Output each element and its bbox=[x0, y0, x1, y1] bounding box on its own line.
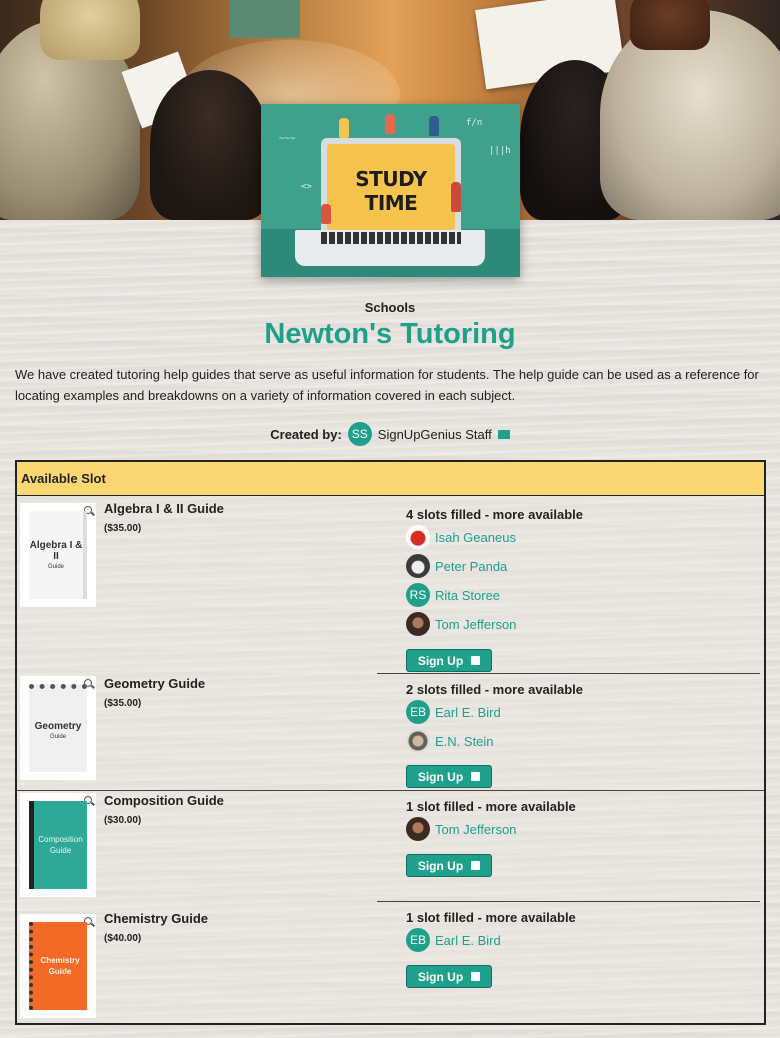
table-row: Algebra I & II Guide Algebra I & II Guid… bbox=[17, 496, 764, 673]
doodle: ~~~ bbox=[279, 134, 296, 144]
signup-label: Sign Up bbox=[417, 858, 464, 873]
item-thumbnail[interactable]: Chemistry Guide bbox=[20, 914, 96, 1018]
signup-label: Sign Up bbox=[417, 653, 464, 668]
table-row: Composition Guide Composition Guide ($30… bbox=[17, 790, 764, 901]
initials-avatar: EB bbox=[406, 700, 430, 724]
participant[interactable]: EB Earl E. Bird bbox=[406, 928, 501, 952]
item-thumbnail[interactable]: Algebra I & II Guide bbox=[20, 503, 96, 607]
cover-title: Algebra I & II bbox=[29, 540, 83, 562]
doodle: |||h bbox=[489, 146, 511, 156]
keyboard bbox=[321, 232, 461, 244]
book-cover: Geometry Guide bbox=[29, 684, 87, 772]
participant-name[interactable]: Earl E. Bird bbox=[435, 933, 501, 948]
slot-table: Available Slot Algebra I & II Guide Alge… bbox=[15, 460, 766, 1025]
participant[interactable]: EB Earl E. Bird bbox=[406, 700, 501, 724]
signup-button[interactable]: Sign Up bbox=[406, 854, 492, 877]
item-name: Algebra I & II Guide bbox=[104, 501, 224, 516]
participant-name[interactable]: Earl E. Bird bbox=[435, 705, 501, 720]
category-label: Schools bbox=[364, 300, 416, 315]
item-name: Chemistry Guide bbox=[104, 911, 209, 926]
portrait-avatar bbox=[406, 729, 430, 753]
doodle: <> bbox=[301, 182, 312, 192]
figure-icon bbox=[385, 114, 395, 134]
slot-status: 1 slot filled - more available bbox=[406, 910, 576, 925]
figure-icon bbox=[429, 116, 439, 136]
created-by-label: Created by: bbox=[270, 426, 342, 442]
checkbox-icon bbox=[471, 972, 481, 981]
participant[interactable]: Tom Jefferson bbox=[406, 612, 516, 636]
participant[interactable]: RS Rita Storee bbox=[406, 583, 500, 607]
cover-title: Geometry bbox=[34, 721, 82, 732]
doodle: f/n bbox=[466, 118, 483, 128]
creator-line: Created by: SS SignUpGenius Staff bbox=[0, 422, 780, 446]
slot-status: 1 slot filled - more available bbox=[406, 799, 576, 814]
book-cover: Composition Guide bbox=[29, 801, 87, 889]
creator-avatar: SS bbox=[347, 422, 372, 446]
student-head bbox=[40, 0, 140, 60]
table-row: Chemistry Guide Chemistry Guide ($40.00)… bbox=[17, 901, 764, 1023]
signup-button[interactable]: Sign Up bbox=[406, 649, 492, 672]
apple-avatar bbox=[406, 525, 430, 549]
participant-name[interactable]: E.N. Stein bbox=[435, 734, 494, 749]
participant-name[interactable]: Peter Panda bbox=[435, 559, 507, 574]
checkbox-icon bbox=[471, 656, 481, 665]
item-name: Composition Guide bbox=[104, 793, 224, 808]
participant[interactable]: Tom Jefferson bbox=[406, 817, 516, 841]
creator-name: SignUpGenius Staff bbox=[377, 426, 492, 442]
participant[interactable]: Peter Panda bbox=[406, 554, 507, 578]
checkbox-icon bbox=[471, 772, 481, 781]
participant-name[interactable]: Tom Jefferson bbox=[435, 617, 516, 632]
mail-icon[interactable] bbox=[497, 429, 510, 439]
signup-label: Sign Up bbox=[417, 969, 464, 984]
participant-name[interactable]: Isah Geaneus bbox=[435, 530, 516, 545]
participant-name[interactable]: Tom Jefferson bbox=[435, 822, 516, 837]
figure-icon bbox=[339, 118, 349, 138]
description: We have created tutoring help guides tha… bbox=[15, 367, 759, 403]
book-cover: Algebra I & II Guide bbox=[29, 511, 87, 599]
book-shape bbox=[230, 0, 300, 38]
checkbox-icon bbox=[471, 861, 481, 870]
item-price: ($35.00) bbox=[104, 523, 142, 534]
item-price: ($40.00) bbox=[104, 933, 142, 944]
panda-avatar bbox=[406, 554, 430, 578]
study-time-text: STUDY TIME bbox=[355, 167, 427, 215]
student-head bbox=[630, 0, 710, 50]
table-header: Available Slot bbox=[17, 462, 764, 496]
book-cover: Chemistry Guide bbox=[29, 922, 87, 1010]
portrait-avatar bbox=[406, 817, 430, 841]
slot-status: 4 slots filled - more available bbox=[406, 507, 584, 522]
figure-icon bbox=[321, 204, 331, 224]
item-thumbnail[interactable]: Composition Guide bbox=[20, 793, 96, 897]
slot-status: 2 slots filled - more available bbox=[406, 682, 584, 697]
figure-icon bbox=[451, 182, 461, 212]
table-row: Geometry Guide Geometry Guide ($35.00) 2… bbox=[17, 673, 764, 790]
cover-title: Composition Guide bbox=[38, 835, 83, 855]
item-price: ($30.00) bbox=[104, 815, 142, 826]
signup-button[interactable]: Sign Up bbox=[406, 765, 492, 788]
student-figure bbox=[150, 70, 270, 220]
signup-button[interactable]: Sign Up bbox=[406, 965, 492, 988]
signup-label: Sign Up bbox=[417, 769, 464, 784]
cover-subtitle: Guide bbox=[49, 734, 66, 740]
item-thumbnail[interactable]: Geometry Guide bbox=[20, 676, 96, 780]
participant[interactable]: Isah Geaneus bbox=[406, 525, 516, 549]
initials-avatar: EB bbox=[406, 928, 430, 952]
item-name: Geometry Guide bbox=[104, 676, 206, 691]
participant[interactable]: E.N. Stein bbox=[406, 729, 494, 753]
cover-title: Chemistry Guide bbox=[40, 956, 80, 976]
item-price: ($35.00) bbox=[104, 698, 142, 709]
cover-subtitle: Guide bbox=[47, 564, 64, 570]
initials-avatar: RS bbox=[406, 583, 430, 607]
page-title: Newton's Tutoring bbox=[264, 318, 516, 350]
portrait-avatar bbox=[406, 612, 430, 636]
participant-name[interactable]: Rita Storee bbox=[435, 588, 500, 603]
study-time-image: ~~~ f/n |||h <> STUDY TIME bbox=[261, 104, 520, 277]
